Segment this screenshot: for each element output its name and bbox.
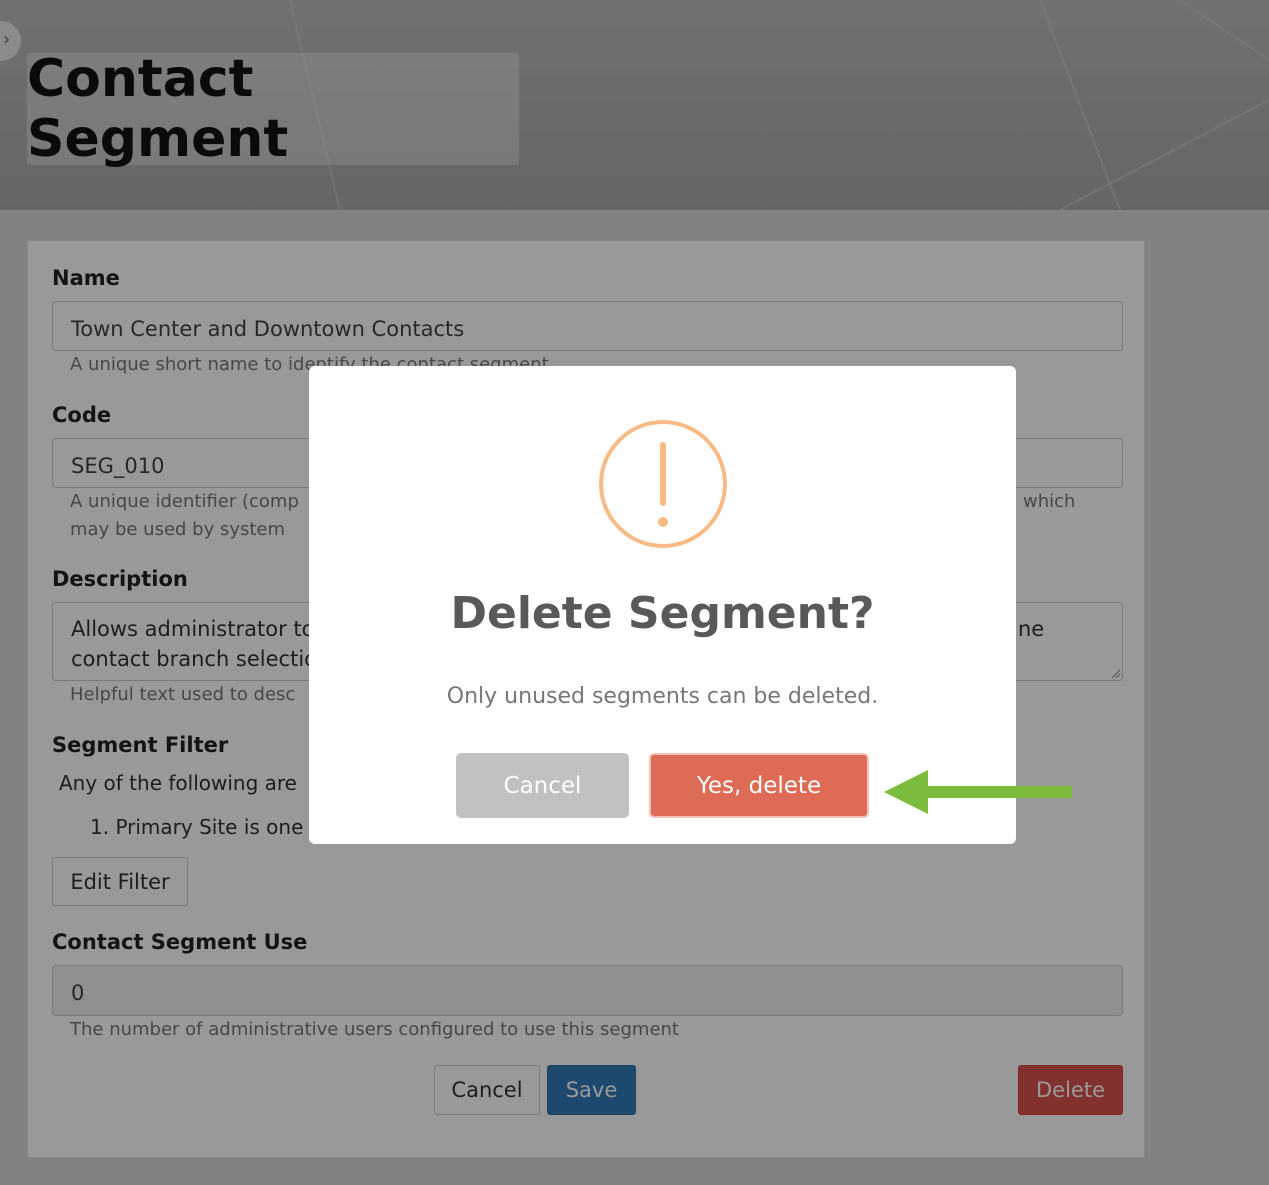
warning-icon [599,420,727,548]
arrow-annotation-icon [884,770,1072,814]
dialog-cancel-button[interactable]: Cancel [456,753,629,818]
dialog-title: Delete Segment? [450,588,875,639]
dialog-confirm-delete-button[interactable]: Yes, delete [649,753,869,818]
dialog-message: Only unused segments can be deleted. [446,684,879,709]
